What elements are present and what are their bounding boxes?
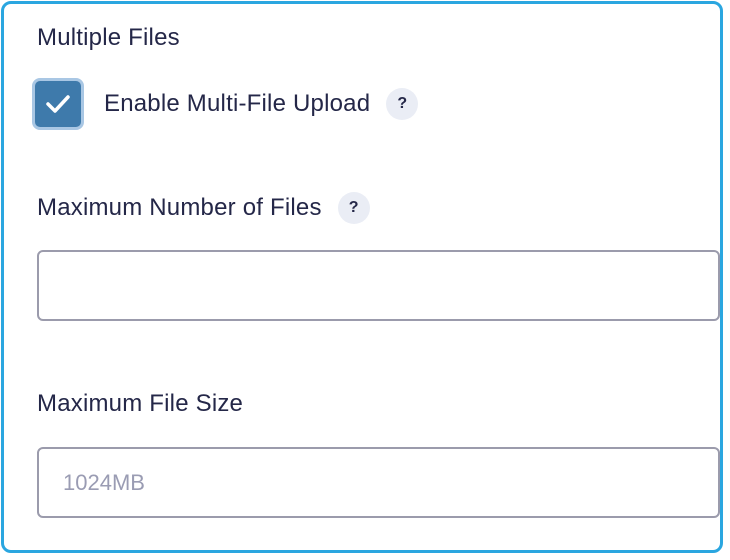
max-files-label: Maximum Number of Files (37, 194, 322, 221)
max-files-input[interactable] (37, 250, 720, 321)
enable-multi-file-checkbox[interactable] (32, 78, 84, 130)
max-files-label-row: Maximum Number of Files ? (37, 192, 370, 224)
max-files-help-icon[interactable]: ? (337, 192, 370, 224)
multiple-files-panel: Multiple Files Enable Multi-File Upload … (1, 1, 723, 553)
section-title: Multiple Files (37, 24, 180, 51)
multi-file-help-icon[interactable]: ? (386, 88, 419, 120)
multi-file-option: Enable Multi-File Upload ? (32, 76, 419, 132)
check-icon (46, 95, 70, 113)
max-size-label-row: Maximum File Size (37, 390, 243, 418)
max-size-input[interactable] (37, 447, 720, 518)
enable-multi-file-label[interactable]: Enable Multi-File Upload (104, 90, 370, 118)
max-size-label: Maximum File Size (37, 390, 244, 417)
